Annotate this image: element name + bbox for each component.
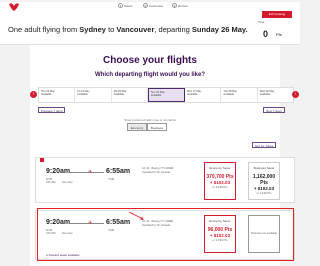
date-tab-selected[interactable]: Sun 26 May Available bbox=[147, 88, 186, 102]
total-label: Total bbox=[258, 20, 265, 24]
business-fare-option[interactable]: Business Saver 1,162,000 Pts + $102.03 o… bbox=[248, 162, 280, 200]
business-cabin-button[interactable]: Business bbox=[147, 123, 167, 131]
route-line bbox=[70, 172, 104, 173]
arrive-time: 6:55am bbox=[106, 168, 131, 175]
flight-number: AC 34 · Boeing 777-300ER bbox=[142, 167, 174, 170]
total-unit: Pts bbox=[276, 32, 282, 37]
date-tab[interactable]: Fri 24 May Available bbox=[75, 88, 112, 102]
prev-date-arrow-icon[interactable]: ‹ bbox=[30, 91, 37, 98]
economy-fare-option[interactable]: Economy Saver 370,700 Pts + $102.03 or 2… bbox=[204, 162, 236, 200]
date-tab[interactable]: Sat 25 May Available bbox=[112, 88, 148, 102]
cabin-preference-label: Show preferred cabin type or all cabins bbox=[124, 118, 176, 122]
next-date-arrow-icon[interactable]: › bbox=[292, 91, 299, 98]
flight-operator: Operated by Air Canada bbox=[142, 171, 170, 174]
date-tab[interactable]: Thu 23 May Available bbox=[39, 88, 76, 102]
date-selector: Thu 23 May Available Fri 24 May Available … bbox=[38, 87, 294, 103]
date-tab[interactable]: Tue 28 May Available bbox=[221, 88, 258, 102]
trip-summary: One adult flying from Sydney to Vancouve… bbox=[8, 25, 248, 34]
progress-steps: 1 Select 2 Customise 3 Review bbox=[0, 2, 300, 12]
next-7-days-button[interactable]: Next 7 days bbox=[263, 107, 285, 113]
card-marker bbox=[40, 158, 44, 162]
plane-icon: ✈ bbox=[88, 169, 93, 175]
flight-duration: 15h 35m bbox=[46, 181, 57, 184]
depart-time: 9:20am bbox=[46, 168, 71, 175]
arrive-airport: YVR bbox=[108, 177, 115, 181]
page-subtitle: Which departing flight would you like? bbox=[95, 72, 205, 78]
exit-booking-button[interactable]: Exit booking bbox=[262, 11, 292, 18]
flight-result-card: 9:20am SYD 15h 35m Non-stop ✈ 6:55am YVR… bbox=[35, 157, 295, 203]
step-customise: 2 Customise bbox=[143, 3, 164, 8]
cabin-toggle: Economy Business bbox=[127, 123, 167, 131]
step-review: 3 Review bbox=[172, 3, 188, 8]
previous-7-days-button[interactable]: Previous 7 days bbox=[38, 107, 66, 113]
sort-button[interactable]: Sort by: Stops bbox=[252, 142, 276, 148]
step-select: 1 Select bbox=[118, 3, 133, 8]
date-tab[interactable]: Mon 27 May Available bbox=[185, 88, 222, 102]
date-tab[interactable]: Wed 29 May Available bbox=[258, 88, 293, 102]
page-title: Choose your flights bbox=[103, 55, 197, 66]
total-value: 0 bbox=[263, 29, 269, 39]
highlight-box bbox=[37, 208, 294, 261]
booking-page: 1 Select 2 Customise 3 Review One adult fly… bbox=[0, 0, 300, 266]
economy-cabin-button[interactable]: Economy bbox=[127, 123, 147, 131]
flight-stops: Non-stop bbox=[62, 181, 73, 184]
